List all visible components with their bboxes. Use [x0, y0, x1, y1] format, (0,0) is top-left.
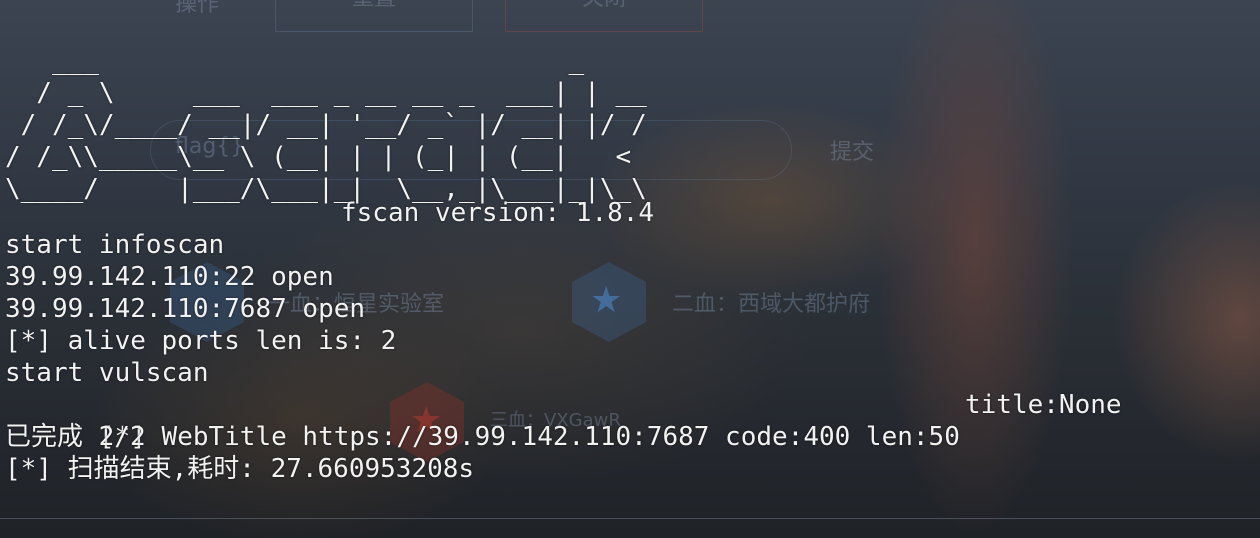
output-line: [*] alive ports len is: 2 — [5, 326, 397, 356]
ascii-banner: ___ _ / _ \ ___ ___ _ __ __ _ ___| | __ … — [5, 46, 647, 204]
terminal-window: 操作 重置 关闭 flag{} 提交 一血：恒星实验室 ★ 二血：西域大都护府 … — [0, 0, 1260, 538]
output-line: 39.99.142.110:7687 open — [5, 294, 366, 324]
output-line: 已完成 2/2 — [5, 422, 146, 452]
output-line: start vulscan — [5, 358, 209, 388]
version-line: fscan version: 1.8.4 — [341, 198, 655, 228]
webtitle-title: title:None — [965, 390, 1122, 420]
webtitle-text: [*] WebTitle https://39.99.142.110:7687 … — [98, 422, 960, 452]
output-line: 39.99.142.110:22 open — [5, 262, 334, 292]
output-line: [*] 扫描结束,耗时: 27.660953208s — [5, 454, 475, 484]
output-line: start infoscan — [5, 230, 225, 260]
terminal-output[interactable]: ___ _ / _ \ ___ ___ _ __ __ _ ___| | __ … — [5, 0, 1255, 538]
